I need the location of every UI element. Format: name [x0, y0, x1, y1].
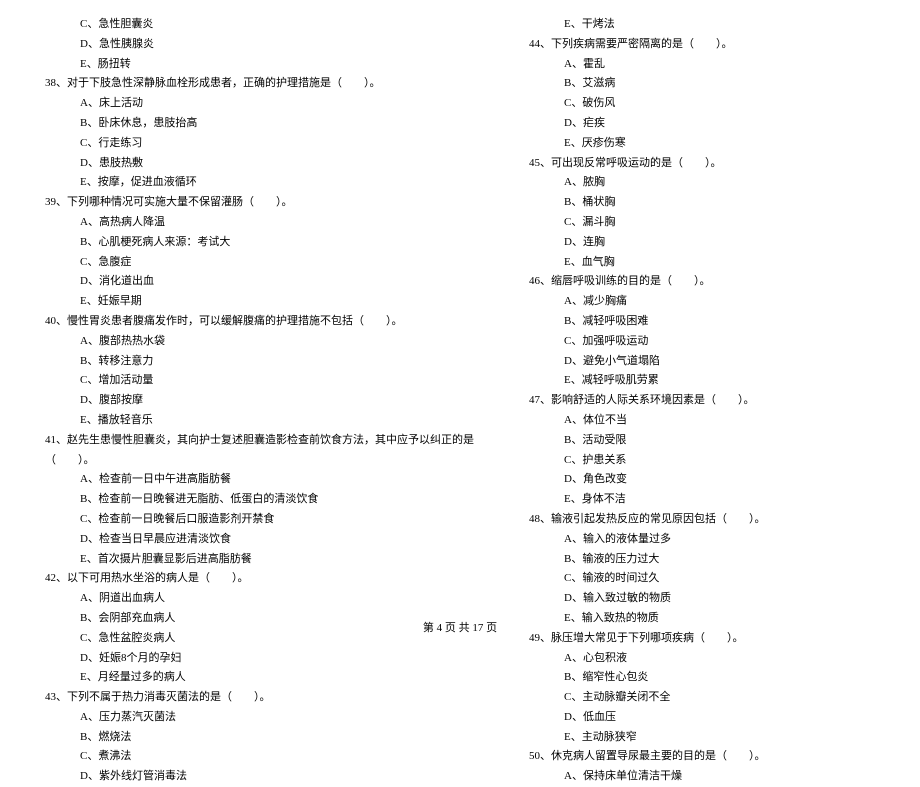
option-text: E、干烤法 — [514, 15, 890, 35]
option-text: D、急性胰腺炎 — [30, 35, 474, 55]
option-text: C、护患关系 — [514, 451, 890, 471]
question-text: 42、以下可用热水坐浴的病人是（ ）。 — [30, 569, 474, 589]
option-text: A、阴道出血病人 — [30, 589, 474, 609]
option-text: C、输液的时间过久 — [514, 569, 890, 589]
question-text: 48、输液引起发热反应的常见原因包括（ ）。 — [514, 510, 890, 530]
right-column: E、干烤法44、下列疾病需要严密隔离的是（ ）。A、霍乱B、艾滋病C、破伤风D、… — [514, 15, 890, 787]
option-text: A、保持床单位清洁干燥 — [514, 767, 890, 787]
option-text: E、肠扭转 — [30, 55, 474, 75]
option-text: B、燃烧法 — [30, 728, 474, 748]
option-text: B、卧床休息，患肢抬高 — [30, 114, 474, 134]
option-text: E、播放轻音乐 — [30, 411, 474, 431]
question-text: 39、下列哪种情况可实施大量不保留灌肠（ ）。 — [30, 193, 474, 213]
question-text: 38、对于下肢急性深静脉血栓形成患者，正确的护理措施是（ ）。 — [30, 74, 474, 94]
option-text: E、月经量过多的病人 — [30, 668, 474, 688]
option-text: D、低血压 — [514, 708, 890, 728]
question-text: 44、下列疾病需要严密隔离的是（ ）。 — [514, 35, 890, 55]
option-text: E、厌疹伤寒 — [514, 134, 890, 154]
question-continuation: （ ）。 — [30, 451, 474, 471]
option-text: D、避免小气道塌陷 — [514, 352, 890, 372]
option-text: E、身体不洁 — [514, 490, 890, 510]
option-text: A、腹部热热水袋 — [30, 332, 474, 352]
option-text: D、消化道出血 — [30, 272, 474, 292]
option-text: C、加强呼吸运动 — [514, 332, 890, 352]
option-text: B、活动受限 — [514, 431, 890, 451]
question-text: 41、赵先生患慢性胆囊炎，其向护士复述胆囊造影检查前饮食方法，其中应予以纠正的是 — [30, 431, 474, 451]
question-text: 40、慢性胃炎患者腹痛发作时，可以缓解腹痛的护理措施不包括（ ）。 — [30, 312, 474, 332]
option-text: C、急性胆囊炎 — [30, 15, 474, 35]
option-text: A、心包积液 — [514, 649, 890, 669]
option-text: C、破伤风 — [514, 94, 890, 114]
option-text: E、血气胸 — [514, 253, 890, 273]
option-text: C、急腹症 — [30, 253, 474, 273]
option-text: C、检查前一日晚餐后口服造影剂开禁食 — [30, 510, 474, 530]
option-text: B、减轻呼吸困难 — [514, 312, 890, 332]
question-text: 47、影响舒适的人际关系环境因素是（ ）。 — [514, 391, 890, 411]
option-text: A、霍乱 — [514, 55, 890, 75]
option-text: D、紫外线灯管消毒法 — [30, 767, 474, 787]
option-text: A、检查前一日中午进高脂肪餐 — [30, 470, 474, 490]
option-text: D、连胸 — [514, 233, 890, 253]
option-text: B、检查前一日晚餐进无脂肪、低蛋白的清淡饮食 — [30, 490, 474, 510]
option-text: C、增加活动量 — [30, 371, 474, 391]
option-text: B、桶状胸 — [514, 193, 890, 213]
option-text: A、输入的液体量过多 — [514, 530, 890, 550]
option-text: A、压力蒸汽灭菌法 — [30, 708, 474, 728]
option-text: A、减少胸痛 — [514, 292, 890, 312]
option-text: B、转移注意力 — [30, 352, 474, 372]
option-text: C、煮沸法 — [30, 747, 474, 767]
option-text: B、艾滋病 — [514, 74, 890, 94]
option-text: A、脓胸 — [514, 173, 890, 193]
option-text: D、检查当日早晨应进清淡饮食 — [30, 530, 474, 550]
option-text: D、妊娠8个月的孕妇 — [30, 649, 474, 669]
option-text: E、首次摄片胆囊显影后进高脂肪餐 — [30, 550, 474, 570]
option-text: A、高热病人降温 — [30, 213, 474, 233]
option-text: B、缩窄性心包炎 — [514, 668, 890, 688]
option-text: D、患肢热敷 — [30, 154, 474, 174]
question-text: 45、可出现反常呼吸运动的是（ ）。 — [514, 154, 890, 174]
option-text: A、体位不当 — [514, 411, 890, 431]
option-text: E、按摩，促进血液循环 — [30, 173, 474, 193]
option-text: E、主动脉狭窄 — [514, 728, 890, 748]
option-text: C、行走练习 — [30, 134, 474, 154]
option-text: C、漏斗胸 — [514, 213, 890, 233]
page-container: C、急性胆囊炎D、急性胰腺炎E、肠扭转38、对于下肢急性深静脉血栓形成患者，正确… — [30, 15, 890, 787]
option-text: D、腹部按摩 — [30, 391, 474, 411]
option-text: B、心肌梗死病人来源：考试大 — [30, 233, 474, 253]
option-text: B、输液的压力过大 — [514, 550, 890, 570]
option-text: D、角色改变 — [514, 470, 890, 490]
option-text: E、妊娠早期 — [30, 292, 474, 312]
question-text: 46、缩唇呼吸训练的目的是（ ）。 — [514, 272, 890, 292]
question-text: 50、休克病人留置导尿最主要的目的是（ ）。 — [514, 747, 890, 767]
option-text: D、疟疾 — [514, 114, 890, 134]
option-text: E、减轻呼吸肌劳累 — [514, 371, 890, 391]
question-text: 43、下列不属于热力消毒灭菌法的是（ ）。 — [30, 688, 474, 708]
left-column: C、急性胆囊炎D、急性胰腺炎E、肠扭转38、对于下肢急性深静脉血栓形成患者，正确… — [30, 15, 474, 787]
option-text: D、输入致过敏的物质 — [514, 589, 890, 609]
option-text: C、主动脉瓣关闭不全 — [514, 688, 890, 708]
option-text: A、床上活动 — [30, 94, 474, 114]
page-footer: 第 4 页 共 17 页 — [0, 619, 920, 635]
